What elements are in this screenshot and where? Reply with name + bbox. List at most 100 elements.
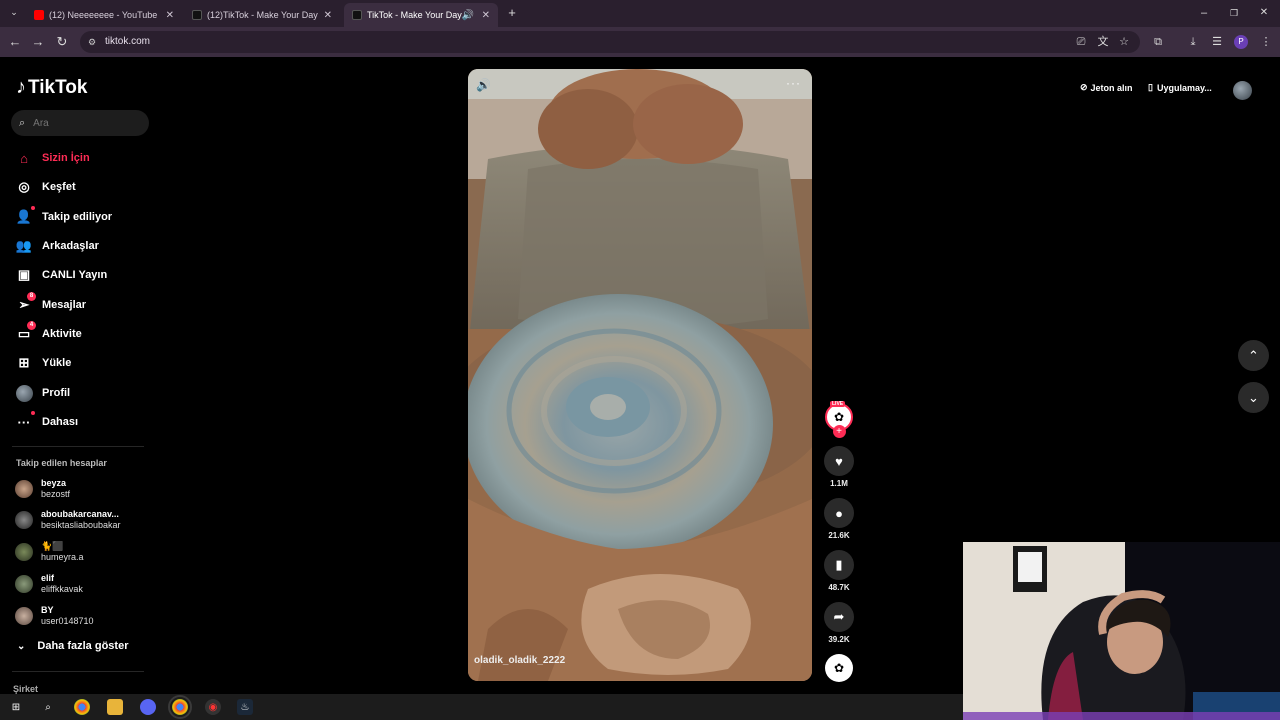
- account-handle: user0148710: [41, 616, 94, 626]
- webcam-overlay: [963, 542, 1280, 720]
- show-more-button[interactable]: ⌄ Daha fazla göster: [17, 640, 128, 652]
- forward-button[interactable]: →: [30, 34, 46, 50]
- file-explorer-icon[interactable]: [107, 699, 123, 715]
- account-item[interactable]: aboubakarcanav... besiktasliaboubakar: [15, 506, 121, 534]
- nav-live[interactable]: ▣ CANLI Yayın: [15, 263, 107, 287]
- save-button[interactable]: ▮ 48.7K: [824, 550, 854, 592]
- search-box[interactable]: ⌕: [11, 110, 149, 136]
- account-item[interactable]: elif eliffkkavak: [15, 570, 83, 598]
- install-app-icon[interactable]: ⎚: [1073, 34, 1089, 50]
- nav-label: Aktivite: [42, 328, 82, 340]
- address-bar[interactable]: ⚙ tiktok.com: [80, 31, 1140, 53]
- close-icon[interactable]: ✕: [166, 10, 174, 21]
- chrome-active-icon[interactable]: [168, 695, 192, 719]
- account-item[interactable]: 🐈⬛ humeyra.a: [15, 538, 84, 566]
- user-avatar[interactable]: [1233, 81, 1252, 100]
- search-icon[interactable]: ⌕: [40, 699, 56, 715]
- nav-following[interactable]: 👤 Takip ediliyor: [15, 205, 112, 229]
- nav-profile[interactable]: Profil: [15, 381, 70, 405]
- logo-text: TikTok: [28, 76, 88, 98]
- home-icon: ⌂: [20, 150, 28, 166]
- nav-upload[interactable]: ⊞ Yükle: [15, 351, 72, 375]
- close-icon[interactable]: ✕: [324, 10, 332, 21]
- tiktok-note-icon: ♪: [16, 76, 26, 98]
- tab-label: TikTok - Make Your Day: [367, 10, 462, 20]
- nav-label: Yükle: [42, 357, 72, 369]
- sound-button[interactable]: ✿: [824, 654, 854, 682]
- sound-disc-icon: ✿: [825, 654, 853, 682]
- url-text: tiktok.com: [105, 36, 151, 47]
- nav-friends[interactable]: 👥 Arkadaşlar: [15, 234, 99, 258]
- nav-more[interactable]: ··· Dahası: [15, 410, 78, 434]
- nav-label: Profil: [42, 387, 71, 399]
- obs-icon[interactable]: ◉: [205, 699, 221, 715]
- minimize-button[interactable]: –: [1196, 5, 1212, 21]
- creator-avatar-button[interactable]: ✿ LIVE +: [824, 401, 854, 438]
- browser-profile-avatar[interactable]: P: [1234, 35, 1248, 49]
- account-name: elif: [41, 573, 55, 583]
- messages-badge: 8: [27, 292, 36, 301]
- new-tab-button[interactable]: +: [504, 5, 520, 21]
- nav-activity[interactable]: ▭ 4 Aktivite: [15, 321, 82, 346]
- account-item[interactable]: beyza bezostf: [15, 475, 70, 503]
- account-handle: humeyra.a: [41, 552, 84, 562]
- bookmark-star-icon[interactable]: ☆: [1116, 34, 1132, 50]
- search-input[interactable]: [33, 117, 134, 129]
- nav-explore[interactable]: ◎ Keşfet: [15, 175, 76, 199]
- window-close-button[interactable]: ✕: [1256, 5, 1272, 21]
- activity-icon: ▭ 4: [15, 321, 36, 343]
- previous-video-button[interactable]: ⌃: [1238, 340, 1269, 371]
- back-button[interactable]: ←: [7, 34, 23, 50]
- extensions-icon[interactable]: ⧉: [1150, 34, 1166, 50]
- steam-icon[interactable]: ♨: [237, 699, 253, 715]
- video-author[interactable]: oladik_oladik_2222: [474, 655, 565, 666]
- chrome-icon[interactable]: [74, 699, 90, 715]
- nav-for-you[interactable]: ⌂ Sizin İçin: [15, 146, 90, 170]
- download-icon[interactable]: ⤓: [1185, 34, 1201, 50]
- avatar: [15, 543, 33, 561]
- search-icon: ⌕: [19, 116, 26, 129]
- get-coins-button[interactable]: ⊘ Jeton alın: [1080, 82, 1133, 93]
- account-item[interactable]: BY user0148710: [15, 602, 94, 630]
- windows-start-icon[interactable]: ⊞: [8, 699, 24, 715]
- reload-button[interactable]: ↻: [54, 34, 70, 50]
- tiktok-logo[interactable]: ♪ TikTok: [16, 76, 87, 99]
- tab-youtube[interactable]: (12) Neeeeeeee - YouTube ✕: [26, 3, 182, 27]
- video-player[interactable]: [468, 69, 812, 681]
- tab-tiktok-1[interactable]: (12)TikTok - Make Your Day ✕: [184, 3, 340, 27]
- video-frame: [468, 69, 812, 681]
- speaker-icon[interactable]: 🔊: [462, 10, 474, 21]
- discord-icon[interactable]: [140, 699, 156, 715]
- messages-icon: ➢ 8: [15, 292, 36, 314]
- nav-messages[interactable]: ➢ 8 Mesajlar: [15, 292, 86, 317]
- save-count: 48.7K: [828, 583, 850, 592]
- share-count: 39.2K: [828, 635, 850, 644]
- following-icon: 👤: [15, 206, 35, 226]
- nav-label: Keşfet: [42, 181, 76, 193]
- nav-label: Dahası: [42, 416, 79, 428]
- like-button[interactable]: ♥ 1.1M: [824, 446, 854, 488]
- restore-button[interactable]: ❐: [1226, 5, 1242, 21]
- activity-badge: 4: [27, 321, 36, 330]
- next-video-button[interactable]: ⌄: [1238, 382, 1269, 413]
- comment-button[interactable]: ● 21.6K: [824, 498, 854, 540]
- share-button[interactable]: ➦ 39.2K: [824, 602, 854, 644]
- tab-search-icon[interactable]: ⌄: [6, 4, 22, 20]
- follow-plus-icon[interactable]: +: [832, 425, 846, 438]
- video-more-icon[interactable]: ···: [786, 76, 801, 90]
- reading-list-icon[interactable]: ☰: [1209, 34, 1225, 50]
- translate-icon[interactable]: 文: [1095, 34, 1111, 50]
- like-count: 1.1M: [830, 479, 848, 488]
- avatar: [15, 480, 33, 498]
- tab-label: (12) Neeeeeeee - YouTube: [49, 10, 158, 20]
- volume-icon[interactable]: 🔊: [476, 78, 491, 92]
- site-info-icon[interactable]: ⚙: [88, 31, 96, 53]
- notification-dot: [31, 411, 35, 415]
- get-app-button[interactable]: ▯ Uygulamay...: [1148, 82, 1212, 93]
- tiktok-favicon-icon: [192, 10, 202, 20]
- menu-dots-icon[interactable]: ⋮: [1258, 34, 1274, 50]
- close-icon[interactable]: ✕: [482, 10, 490, 21]
- bookmark-icon: ▮: [824, 550, 854, 580]
- divider: [12, 671, 144, 672]
- tab-tiktok-active[interactable]: TikTok - Make Your Day 🔊 ✕: [344, 3, 498, 27]
